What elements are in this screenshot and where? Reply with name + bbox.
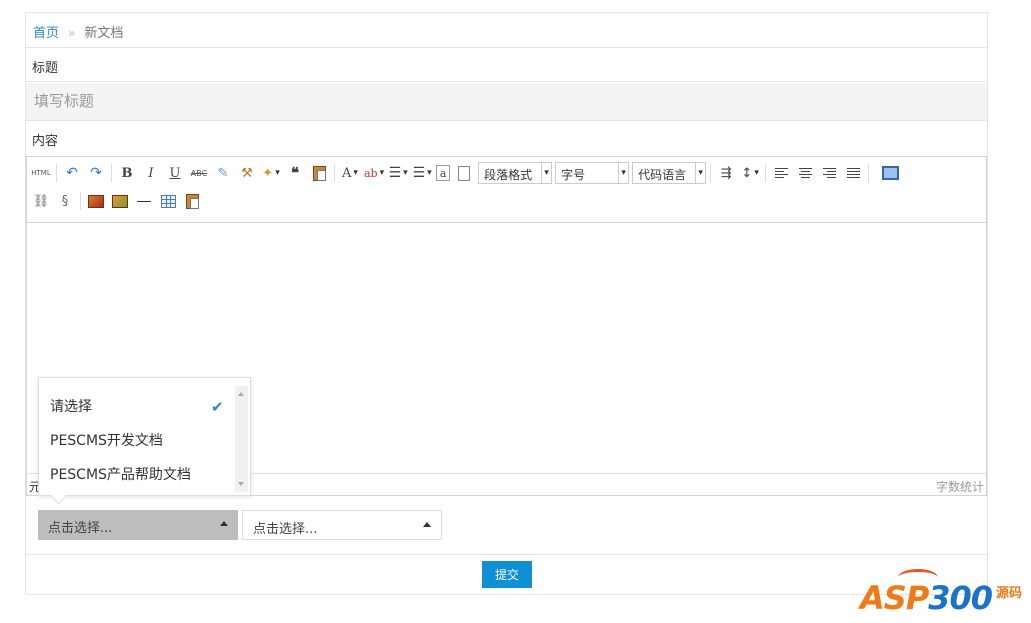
watermark-brand-b: 300 xyxy=(928,579,993,617)
eraser-icon[interactable]: ✎ xyxy=(213,162,233,184)
paragraph-format-select[interactable]: 段落格式 xyxy=(478,162,553,184)
watermark-suffix: 源码 xyxy=(996,586,1023,601)
font-color-button[interactable]: A xyxy=(340,162,360,184)
quote-icon[interactable]: ❝ xyxy=(285,162,305,184)
toolbar-line-2: ⛓ § xyxy=(31,189,206,213)
toolbar-separator xyxy=(868,164,870,182)
dropdown-option[interactable]: PESCMS开发文档 xyxy=(50,430,163,450)
dropdown-option[interactable]: PESCMS产品帮助文档 xyxy=(50,464,191,484)
align-center-icon[interactable] xyxy=(795,162,815,184)
underline-button[interactable]: U xyxy=(165,162,185,184)
editor-toolbar: HTML ↶ ↷ B I U ABC ✎ ⚒ ✦ ❝ A ab ☰ ☰ a xyxy=(27,157,986,223)
anchor-icon[interactable]: a xyxy=(436,165,451,181)
breadcrumb-home-link[interactable]: 首页 xyxy=(33,26,59,41)
caret-up-icon xyxy=(220,521,228,526)
indent-icon[interactable]: ⇶ xyxy=(716,162,736,184)
font-size-select[interactable]: 字号 xyxy=(555,162,630,184)
code-language-select[interactable]: 代码语言 xyxy=(632,162,707,184)
toolbar-separator xyxy=(710,164,712,182)
category-select-1-value: 点击选择... xyxy=(48,521,113,536)
align-justify-icon[interactable] xyxy=(843,162,863,184)
table-icon[interactable] xyxy=(158,190,178,212)
bold-button[interactable]: B xyxy=(117,162,137,184)
title-label: 标题 xyxy=(26,48,987,82)
breadcrumb: 首页 » 新文档 xyxy=(26,13,987,48)
unordered-list-icon[interactable]: ☰ xyxy=(412,162,432,184)
redo-icon[interactable]: ↷ xyxy=(86,162,106,184)
title-input-row xyxy=(26,83,987,121)
strikethrough-button[interactable]: ABC xyxy=(189,162,209,184)
watermark-text: ASP300 xyxy=(860,579,993,617)
align-right-icon[interactable] xyxy=(819,162,839,184)
highlight-icon[interactable]: ab xyxy=(364,162,384,184)
category-select-2[interactable]: 点击选择... xyxy=(242,510,442,540)
check-icon: ✔ xyxy=(211,398,224,416)
toolbar-separator xyxy=(111,164,112,182)
submit-button[interactable]: 提交 xyxy=(482,561,532,588)
link-icon[interactable]: ⛓ xyxy=(31,190,51,212)
content-label: 内容 xyxy=(32,134,59,149)
scroll-up-icon[interactable] xyxy=(238,392,244,396)
scroll-down-icon[interactable] xyxy=(238,482,244,486)
toolbar-separator xyxy=(56,164,57,182)
image-icon[interactable] xyxy=(86,190,106,212)
toolbar-separator xyxy=(334,164,335,182)
toolbar-line-1: HTML ↶ ↷ B I U ABC ✎ ⚒ ✦ ❝ A ab ☰ ☰ a xyxy=(31,161,904,185)
multi-image-icon[interactable] xyxy=(110,190,130,212)
align-left-icon[interactable] xyxy=(771,162,791,184)
document-form-panel: 首页 » 新文档 标题 内容 HTML ↶ ↷ B I U ABC ✎ ⚒ ✦ ❝ xyxy=(25,12,988,595)
category-dropdown-menu: 请选择 ✔ PESCMS开发文档 PESCMS产品帮助文档 xyxy=(38,377,251,496)
blank-document-icon[interactable] xyxy=(454,162,474,184)
paste-icon[interactable] xyxy=(182,190,202,212)
undo-icon[interactable]: ↶ xyxy=(62,162,82,184)
dropdown-scrollbar[interactable] xyxy=(235,386,248,492)
category-select-row: 点击选择... 点击选择... xyxy=(26,496,987,555)
italic-button[interactable]: I xyxy=(141,162,161,184)
toolbar-separator xyxy=(80,192,81,210)
unlink-icon[interactable]: § xyxy=(55,190,75,212)
word-count: 字数统计 xyxy=(935,480,984,494)
html-source-button[interactable]: HTML xyxy=(31,162,51,184)
fullscreen-monitor-icon[interactable] xyxy=(880,162,900,184)
category-select-1[interactable]: 点击选择... xyxy=(38,510,238,540)
caret-up-icon xyxy=(423,522,431,527)
magic-wand-icon[interactable]: ✦ xyxy=(261,162,281,184)
breadcrumb-separator: » xyxy=(68,26,76,40)
title-input[interactable] xyxy=(26,83,942,119)
dropdown-option[interactable]: 请选择 xyxy=(50,396,92,416)
ordered-list-icon[interactable]: ☰ xyxy=(388,162,408,184)
horizontal-rule-icon[interactable] xyxy=(134,190,154,212)
toolbar-separator xyxy=(765,164,767,182)
watermark-logo: ASP300 源码 xyxy=(858,567,1028,621)
breadcrumb-current: 新文档 xyxy=(84,26,124,41)
line-height-icon[interactable]: ↕ xyxy=(740,162,760,184)
category-select-2-value: 点击选择... xyxy=(253,522,318,537)
submit-row: 提交 xyxy=(26,555,987,595)
format-brush-icon[interactable]: ⚒ xyxy=(237,162,257,184)
paste-text-icon[interactable] xyxy=(309,162,329,184)
watermark-brand-a: ASP xyxy=(860,579,929,617)
